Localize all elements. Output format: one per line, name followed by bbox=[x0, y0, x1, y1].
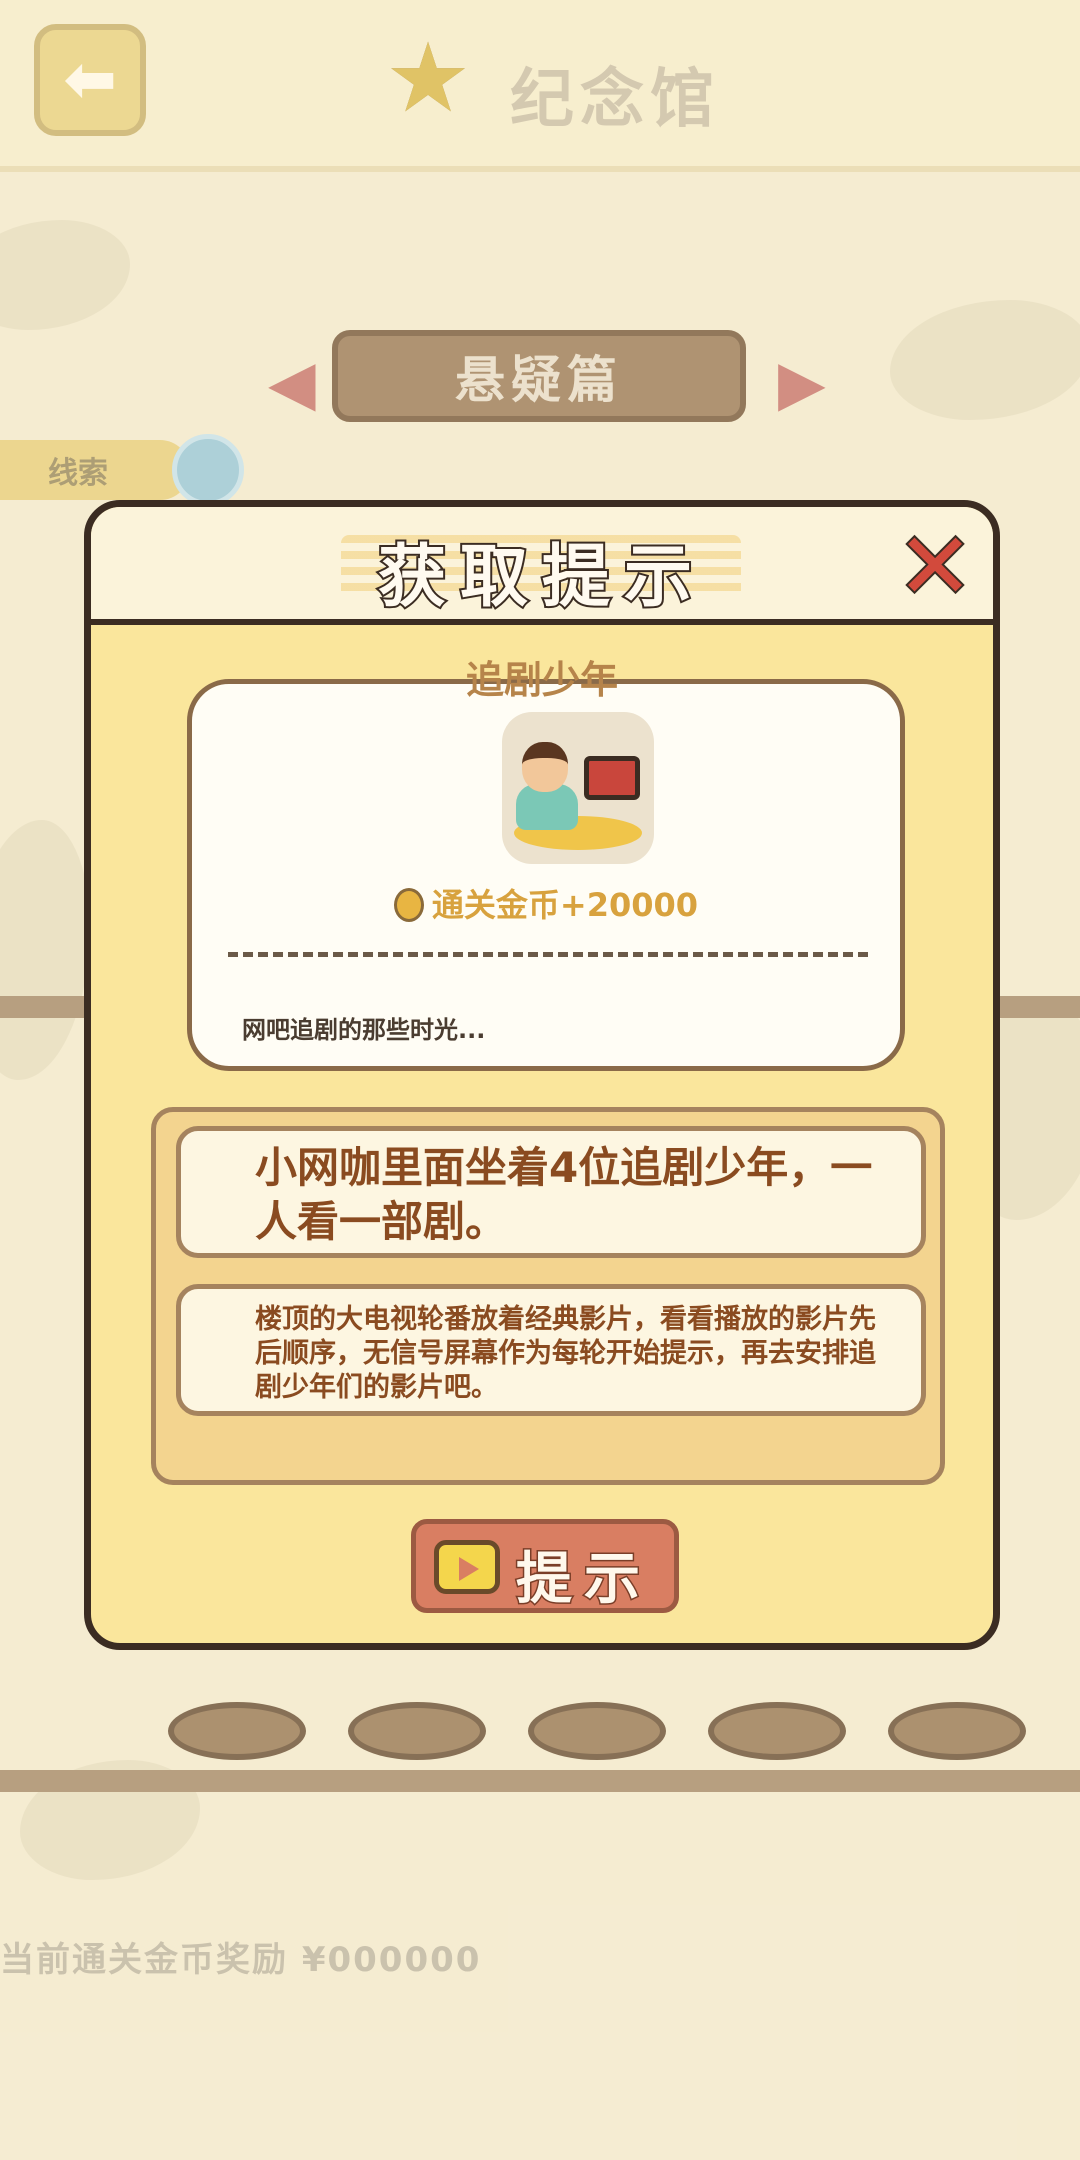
coin-icon bbox=[393, 888, 424, 922]
hint-main-text: 小网咖里面坐着4位追剧少年，一人看一部剧。 bbox=[255, 1143, 873, 1246]
item-thumbnail bbox=[502, 712, 654, 864]
hint-detail-text: 楼顶的大电视轮番放着经典影片，看看播放的影片先后顺序，无信号屏幕作为每轮开始提示… bbox=[255, 1304, 876, 1403]
item-card: 通关金币+20000 网吧追剧的那些时光... bbox=[187, 679, 905, 1071]
item-name: 追剧少年 bbox=[465, 658, 618, 702]
hint-dialog: 获取提示 ✕ 通关金币+20000 网吧追剧的那些时光... 追剧少年 小网咖里… bbox=[84, 500, 1000, 1650]
thumbnail-tv bbox=[584, 756, 640, 800]
reward-text: 通关金币+20000 bbox=[431, 886, 699, 924]
item-description: 网吧追剧的那些时光... bbox=[242, 1016, 486, 1044]
hint-button-label: 提示 bbox=[515, 1546, 652, 1614]
close-x-icon: ✕ bbox=[894, 513, 975, 620]
hint-main-card: 小网咖里面坐着4位追剧少年，一人看一部剧。 bbox=[176, 1126, 926, 1258]
hint-button[interactable]: 提示 bbox=[411, 1519, 679, 1614]
play-triangle bbox=[459, 1557, 479, 1581]
hint-detail-card: 楼顶的大电视轮番放着经典影片，看看播放的影片先后顺序，无信号屏幕作为每轮开始提示… bbox=[176, 1284, 926, 1416]
divider bbox=[228, 952, 868, 957]
video-tv-icon bbox=[434, 1540, 500, 1594]
hint-box: 小网咖里面坐着4位追剧少年，一人看一部剧。 楼顶的大电视轮番放着经典影片，看看播… bbox=[151, 1107, 945, 1485]
dialog-title: 获取提示 bbox=[376, 536, 706, 619]
thumbnail-head bbox=[522, 742, 568, 792]
dialog-header: 获取提示 ✕ bbox=[91, 507, 993, 625]
reward-line: 通关金币+20000 bbox=[192, 880, 900, 926]
close-button[interactable]: ✕ bbox=[891, 519, 979, 615]
